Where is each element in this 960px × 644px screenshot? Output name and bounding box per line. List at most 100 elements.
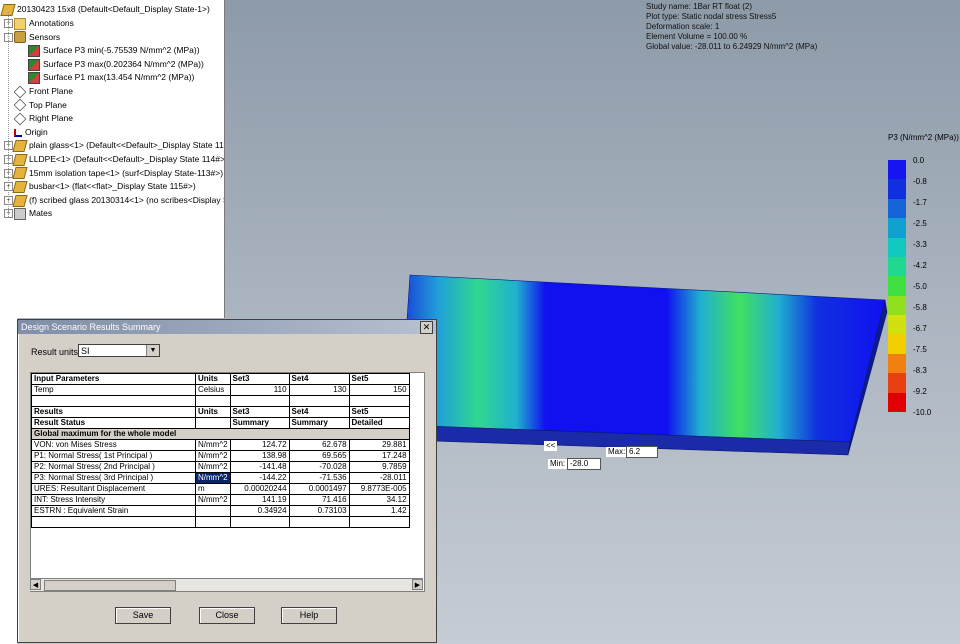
table-cell[interactable]: Global maximum for the whole model bbox=[31, 428, 410, 440]
tree-item-top-plane[interactable]: Top Plane bbox=[13, 98, 67, 112]
table-cell[interactable]: 71.416 bbox=[288, 494, 350, 506]
tree-item-plain-glass[interactable]: plain glass<1> (Default<<Default>_Displa… bbox=[12, 139, 224, 153]
close-icon[interactable]: ✕ bbox=[420, 321, 433, 334]
tree-root-label: 20130423 15x8 (Default<Default_Display S… bbox=[17, 4, 210, 14]
table-cell[interactable]: 34.12 bbox=[348, 494, 410, 506]
table-cell[interactable]: Results bbox=[31, 406, 196, 418]
table-cell[interactable]: Set3 bbox=[229, 373, 290, 385]
table-cell[interactable]: -70.028 bbox=[288, 461, 350, 473]
scroll-left-icon[interactable]: ◀ bbox=[30, 579, 41, 590]
tree-root[interactable]: 20130423 15x8 (Default<Default_Display S… bbox=[0, 3, 210, 16]
tree-item-annotations[interactable]: Annotations bbox=[14, 17, 74, 30]
table-cell[interactable]: Set5 bbox=[348, 373, 410, 385]
table-cell[interactable]: 62.678 bbox=[288, 439, 350, 451]
table-cell[interactable] bbox=[195, 395, 231, 407]
table-cell[interactable]: 0.0001497 bbox=[288, 483, 350, 495]
tree-item-front-plane[interactable]: Front Plane bbox=[13, 85, 73, 99]
table-cell[interactable] bbox=[31, 516, 196, 528]
save-button[interactable]: Save bbox=[115, 607, 171, 624]
table-cell[interactable]: N/mm^2 bbox=[195, 494, 231, 506]
table-cell[interactable]: P3: Normal Stress( 3rd Principal ) bbox=[31, 472, 196, 484]
table-cell[interactable] bbox=[195, 505, 231, 517]
tree-item-sensor-p3-min[interactable]: Surface P3 min(-5.75539 N/mm^2 (MPa)) bbox=[28, 44, 200, 57]
table-cell[interactable]: Summary bbox=[229, 417, 290, 429]
table-cell[interactable] bbox=[31, 395, 196, 407]
results-grid[interactable]: Input Parameters Units Set3 Set4 Set5 Temp Cel… bbox=[30, 372, 425, 592]
table-cell[interactable]: Summary bbox=[288, 417, 350, 429]
table-cell[interactable] bbox=[348, 516, 410, 528]
scroll-right-icon[interactable]: ▶ bbox=[412, 579, 423, 590]
tree-item-sensor-p1-max[interactable]: Surface P1 max(13.454 N/mm^2 (MPa)) bbox=[28, 71, 194, 85]
table-cell[interactable]: 9.8773E-005 bbox=[348, 483, 410, 495]
table-cell[interactable]: 1.42 bbox=[348, 505, 410, 517]
table-cell[interactable]: 0.00020244 bbox=[229, 483, 290, 495]
table-cell[interactable]: Units bbox=[195, 373, 231, 385]
tree-item-mates[interactable]: Mates bbox=[14, 207, 52, 221]
max-label: Max: bbox=[606, 447, 628, 457]
table-cell[interactable]: ESTRN : Equivalent Strain bbox=[31, 505, 196, 517]
table-cell[interactable]: Set5 bbox=[348, 406, 410, 418]
table-cell[interactable]: Units bbox=[195, 406, 231, 418]
table-cell[interactable]: 17.248 bbox=[348, 450, 410, 462]
close-button[interactable]: Close bbox=[199, 607, 255, 624]
table-cell[interactable]: N/mm^2 bbox=[195, 461, 231, 473]
table-cell[interactable]: 0.73103 bbox=[288, 505, 350, 517]
table-cell[interactable]: Temp bbox=[31, 384, 196, 396]
table-cell[interactable]: P1: Normal Stress( 1st Principal ) bbox=[31, 450, 196, 462]
tree-item-sensors[interactable]: Sensors bbox=[14, 31, 60, 44]
table-cell[interactable] bbox=[195, 417, 231, 429]
table-cell[interactable]: Detailed bbox=[348, 417, 410, 429]
tree-item-busbar[interactable]: busbar<1> (flat<<flat>_Display State 115… bbox=[12, 180, 196, 193]
table-cell[interactable]: Set4 bbox=[288, 406, 350, 418]
table-cell[interactable]: 9.7859 bbox=[348, 461, 410, 473]
table-cell[interactable]: 29.881 bbox=[348, 439, 410, 451]
table-cell[interactable]: INT: Stress Intensity bbox=[31, 494, 196, 506]
result-units-select[interactable]: SI ▼ bbox=[78, 344, 160, 357]
tree-item-sensor-p3-max[interactable]: Surface P3 max(0.202364 N/mm^2 (MPa)) bbox=[28, 58, 204, 71]
table-cell[interactable]: VON: von Mises Stress bbox=[31, 439, 196, 451]
table-cell[interactable] bbox=[229, 395, 290, 407]
table-cell[interactable] bbox=[229, 516, 290, 528]
table-cell[interactable]: -71.536 bbox=[288, 472, 350, 484]
table-cell[interactable]: URES: Resultant Displacement bbox=[31, 483, 196, 495]
table-cell[interactable]: 130 bbox=[288, 384, 350, 396]
dialog-titlebar[interactable]: Design Scenario Results Summary ✕ bbox=[18, 320, 436, 334]
table-cell[interactable]: Set3 bbox=[229, 406, 290, 418]
table-cell[interactable]: 138.98 bbox=[229, 450, 290, 462]
scroll-thumb[interactable] bbox=[44, 580, 176, 591]
tree-item-isolation-tape[interactable]: 15mm isolation tape<1> (surf<Display Sta… bbox=[12, 167, 223, 180]
tree-item-label: Surface P3 max(0.202364 N/mm^2 (MPa)) bbox=[43, 58, 204, 69]
results-summary-dialog[interactable]: Design Scenario Results Summary ✕ Result… bbox=[17, 319, 437, 643]
table-cell[interactable]: 69.565 bbox=[288, 450, 350, 462]
table-cell[interactable]: -144.22 bbox=[229, 472, 290, 484]
table-cell[interactable]: 141.19 bbox=[229, 494, 290, 506]
table-cell[interactable] bbox=[195, 516, 231, 528]
chevron-down-icon[interactable]: ▼ bbox=[146, 345, 159, 356]
table-cell[interactable]: 124.72 bbox=[229, 439, 290, 451]
table-cell[interactable] bbox=[288, 395, 350, 407]
table-cell[interactable]: Result Status bbox=[31, 417, 196, 429]
table-cell[interactable]: -28.011 bbox=[348, 472, 410, 484]
table-cell[interactable]: 150 bbox=[348, 384, 410, 396]
tree-item-lldpe[interactable]: LLDPE<1> (Default<<Default>_Display Stat… bbox=[12, 153, 224, 166]
tree-item-right-plane[interactable]: Right Plane bbox=[13, 112, 73, 126]
model-render[interactable] bbox=[380, 270, 890, 470]
table-cell[interactable]: -141.48 bbox=[229, 461, 290, 473]
horizontal-scrollbar[interactable]: ◀ ▶ bbox=[30, 578, 423, 591]
tree-item-origin[interactable]: Origin bbox=[14, 126, 48, 139]
table-cell[interactable]: 0.34924 bbox=[229, 505, 290, 517]
table-cell[interactable]: 110 bbox=[229, 384, 290, 396]
table-cell[interactable] bbox=[348, 395, 410, 407]
table-cell[interactable] bbox=[288, 516, 350, 528]
table-cell[interactable]: m bbox=[195, 483, 231, 495]
table-cell[interactable]: Celsius bbox=[195, 384, 231, 396]
table-cell[interactable]: N/mm^2 bbox=[195, 450, 231, 462]
help-button[interactable]: Help bbox=[281, 607, 337, 624]
feature-tree[interactable]: 20130423 15x8 (Default<Default_Display S… bbox=[0, 0, 225, 318]
table-cell[interactable]: Set4 bbox=[288, 373, 350, 385]
table-cell[interactable]: Input Parameters bbox=[31, 373, 196, 385]
table-cell[interactable]: N/mm^2 bbox=[195, 472, 231, 484]
table-cell[interactable]: P2: Normal Stress( 2nd Principal ) bbox=[31, 461, 196, 473]
table-cell[interactable]: N/mm^2 bbox=[195, 439, 231, 451]
tree-item-scribed-glass[interactable]: (f) scribed glass 20130314<1> (no scribe… bbox=[12, 194, 224, 207]
